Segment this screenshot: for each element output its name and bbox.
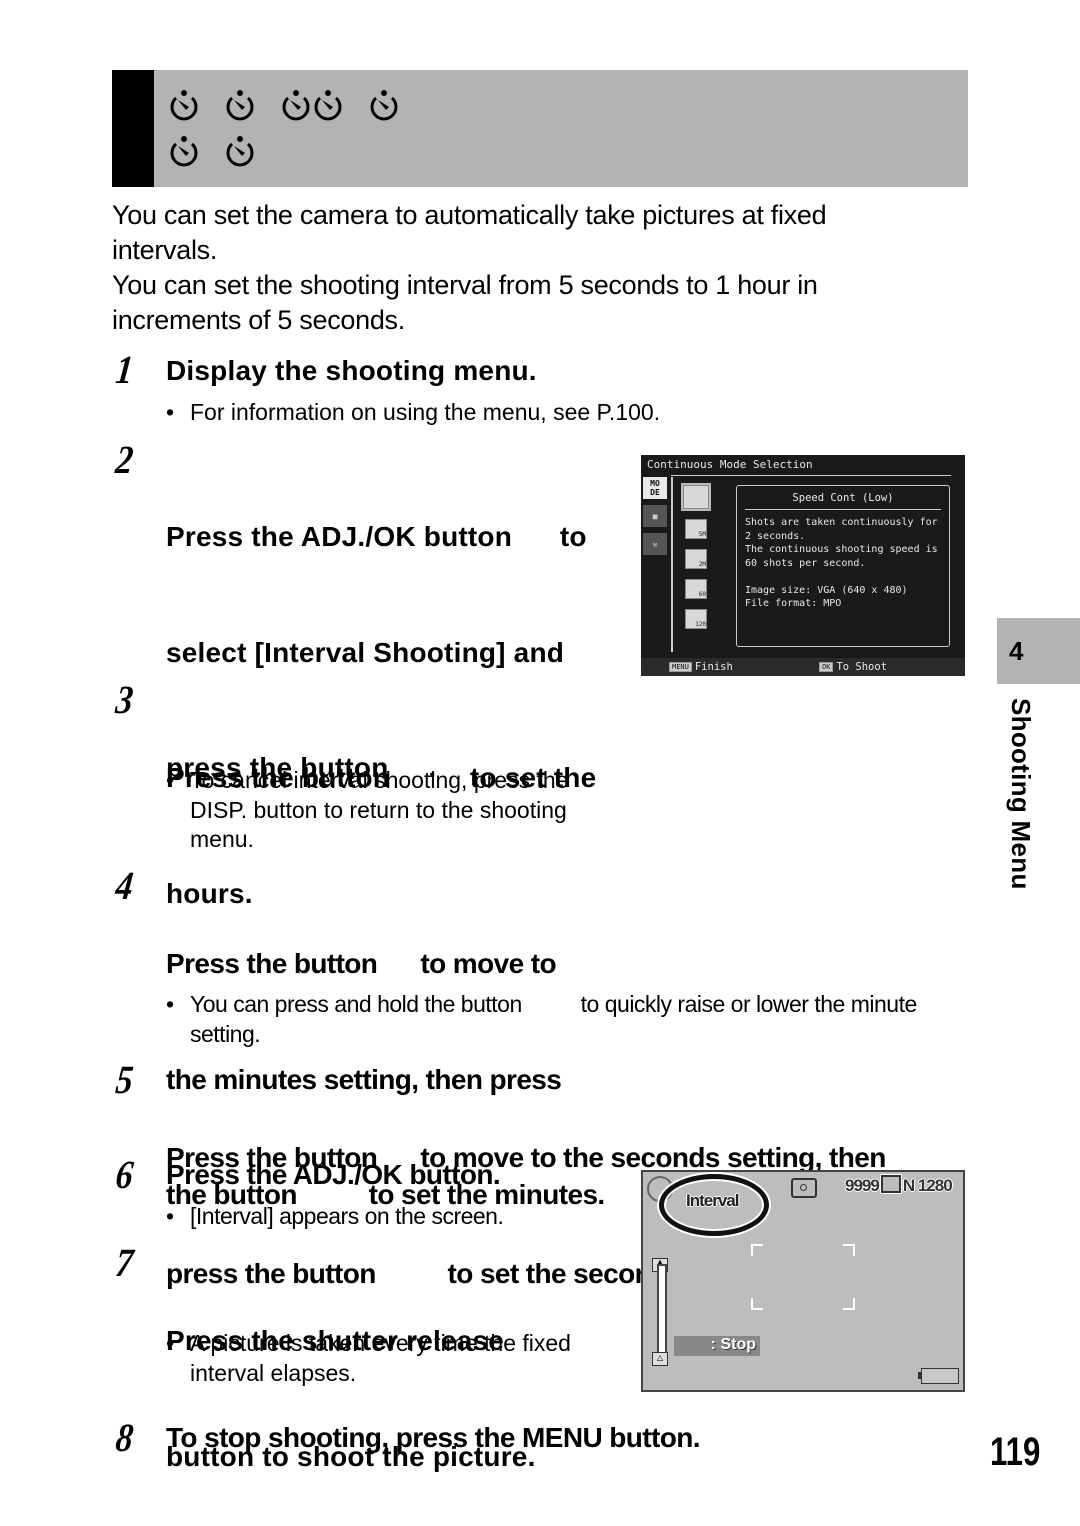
focus-frame-corner xyxy=(843,1298,855,1310)
focus-frame-corner xyxy=(843,1244,855,1256)
section-title-band xyxy=(112,70,968,187)
finish-label: Finish xyxy=(694,661,733,673)
divider xyxy=(671,475,951,476)
bullet-text: A picture is taken every time the fixed … xyxy=(190,1330,571,1386)
zoom-bar xyxy=(657,1264,667,1358)
step-number: 4 xyxy=(113,863,136,908)
camera-shooting-screenshot: Interval 9999N 1280 ⧫ △ : Stop xyxy=(641,1170,965,1392)
step-heading: Display the shooting menu. xyxy=(166,355,537,386)
self-timer-icon xyxy=(310,88,346,124)
intro-text: You can set the camera to automatically … xyxy=(112,198,972,338)
page-number: 119 xyxy=(990,1430,1041,1474)
self-timer-icon xyxy=(278,88,314,124)
shot-counter: 9999 N 1280 xyxy=(845,1175,953,1196)
interval-label: Interval xyxy=(686,1191,739,1210)
option-title: Speed Cont (Low) xyxy=(792,492,894,504)
step-number: 3 xyxy=(113,677,136,722)
self-timer-icon xyxy=(366,88,402,124)
zoom-wide-icon: △ xyxy=(652,1352,668,1366)
step-number: 5 xyxy=(113,1057,136,1102)
self-timer-icon xyxy=(222,88,258,124)
heading-line: Press the button to move to xyxy=(166,948,557,979)
step-bullet: • You can press and hold the button to qu… xyxy=(166,990,956,1049)
step-heading: Press the ADJ./OK button. xyxy=(166,1159,501,1190)
step-number: 8 xyxy=(113,1415,136,1460)
chapter-tab: 4 xyxy=(997,618,1080,684)
divider xyxy=(671,477,673,652)
divider xyxy=(745,509,941,510)
continuous-mode-options: 5M 2M 60 120 xyxy=(681,483,711,639)
step-bullet: • A picture is taken every time the fixed… xyxy=(166,1329,616,1388)
shoot-hint: OK To Shoot xyxy=(819,661,887,673)
heading-line: select [Interval Shooting] and xyxy=(166,636,565,668)
intro-paragraph: You can set the shooting interval from 5… xyxy=(112,270,818,335)
battery-icon xyxy=(918,1368,959,1384)
step-bullet: • [Interval] appears on the screen. xyxy=(166,1202,504,1232)
stop-hint: : Stop xyxy=(674,1336,760,1356)
step-number: 2 xyxy=(113,437,136,482)
bullet-text: For information on using the menu, see P… xyxy=(190,399,661,425)
title-icons-row-1 xyxy=(166,88,422,124)
bullet-text: [Interval] appears on the screen. xyxy=(190,1203,504,1229)
speed-cont-60-icon: 60 xyxy=(685,579,707,599)
focus-frame-corner xyxy=(751,1298,763,1310)
self-timer-icon xyxy=(166,88,202,124)
mode-tab: MO DE xyxy=(643,477,667,499)
intro-paragraph: You can set the camera to automatically … xyxy=(112,200,827,265)
step-number: 6 xyxy=(113,1152,136,1197)
speed-cont-120-icon: 120 xyxy=(685,609,707,629)
m-cont-2m-icon: 2M xyxy=(685,549,707,569)
speed-cont-low-icon xyxy=(681,483,711,511)
menu-side-tabs: MO DE ■ ⚒ xyxy=(643,477,669,561)
to-shoot-label: To Shoot xyxy=(836,661,888,673)
step-bullet: • To cancel interval shooting, press the … xyxy=(166,766,616,855)
interval-indicator-highlight: Interval xyxy=(659,1174,769,1236)
camera-menu-screenshot: Continuous Mode Selection MO DE ■ ⚒ 5M 2M… xyxy=(641,455,965,676)
self-timer-icon xyxy=(222,134,258,170)
step-bullet: • For information on using the menu, see … xyxy=(166,398,660,428)
option-description-box: Speed Cont (Low) Shots are taken continu… xyxy=(736,485,950,647)
settings-icon: ⚒ xyxy=(643,533,667,555)
finish-hint: MENU Finish xyxy=(669,661,733,673)
menu-key-icon: MENU xyxy=(669,662,692,672)
step-number: 7 xyxy=(113,1240,136,1285)
chapter-title: Shooting Menu xyxy=(1006,698,1036,890)
option-description: Shots are taken continuously for 2 secon… xyxy=(745,517,938,609)
title-band-marker xyxy=(112,70,154,187)
chapter-label: Shooting Menu xyxy=(1002,698,1036,908)
camera-mode-icon xyxy=(791,1178,817,1198)
memory-icon xyxy=(880,1175,901,1193)
step-number: 1 xyxy=(113,347,136,392)
focus-frame-corner xyxy=(751,1244,763,1256)
remaining-shots: 9999 xyxy=(845,1176,880,1195)
step-heading: To stop shooting, press the MENU button. xyxy=(166,1422,700,1453)
menu-header: Continuous Mode Selection xyxy=(647,458,813,471)
bullet-text: To cancel interval shooting, press the D… xyxy=(190,767,569,852)
heading-line: Press the ADJ./OK button to xyxy=(166,521,587,552)
stop-label: : Stop xyxy=(710,1336,756,1353)
chapter-number: 4 xyxy=(1009,636,1024,666)
bullet-text: You can press and hold the button to qui… xyxy=(190,991,923,1047)
title-icons-row-2 xyxy=(166,134,278,170)
m-cont-5m-icon: 5M xyxy=(685,519,707,539)
menu-footer: MENU Finish OK To Shoot xyxy=(641,658,965,676)
image-size: N 1280 xyxy=(902,1176,953,1195)
camera-icon: ■ xyxy=(643,505,667,527)
ok-key-icon: OK xyxy=(819,662,834,672)
self-timer-icon xyxy=(166,134,202,170)
